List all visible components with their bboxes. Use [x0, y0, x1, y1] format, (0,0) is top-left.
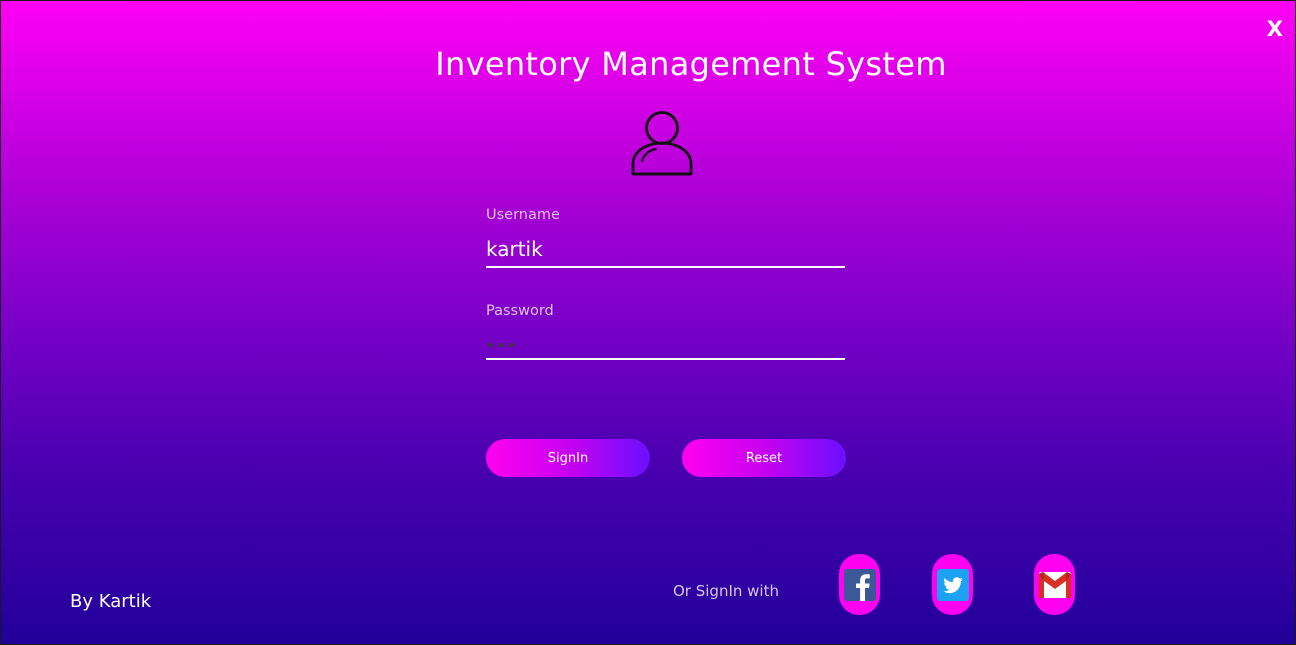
username-label: Username [486, 207, 560, 223]
login-window: X Inventory Management System Username P… [0, 0, 1296, 645]
reset-button[interactable]: Reset [682, 439, 846, 477]
signin-button[interactable]: SignIn [486, 439, 650, 477]
password-input[interactable] [486, 332, 845, 360]
author-credit: By Kartik [70, 591, 152, 612]
gmail-icon [1038, 571, 1071, 598]
twitter-signin-button[interactable] [932, 554, 973, 615]
close-button[interactable]: X [1267, 19, 1283, 40]
twitter-icon [936, 568, 969, 601]
password-label: Password [486, 303, 554, 319]
gmail-signin-button[interactable] [1034, 554, 1075, 615]
app-title: Inventory Management System [435, 45, 947, 83]
social-signin-prompt: Or SignIn with [673, 582, 779, 600]
username-input[interactable] [486, 231, 845, 268]
facebook-icon [843, 568, 876, 601]
facebook-signin-button[interactable] [839, 554, 880, 615]
user-avatar-icon [629, 109, 695, 179]
